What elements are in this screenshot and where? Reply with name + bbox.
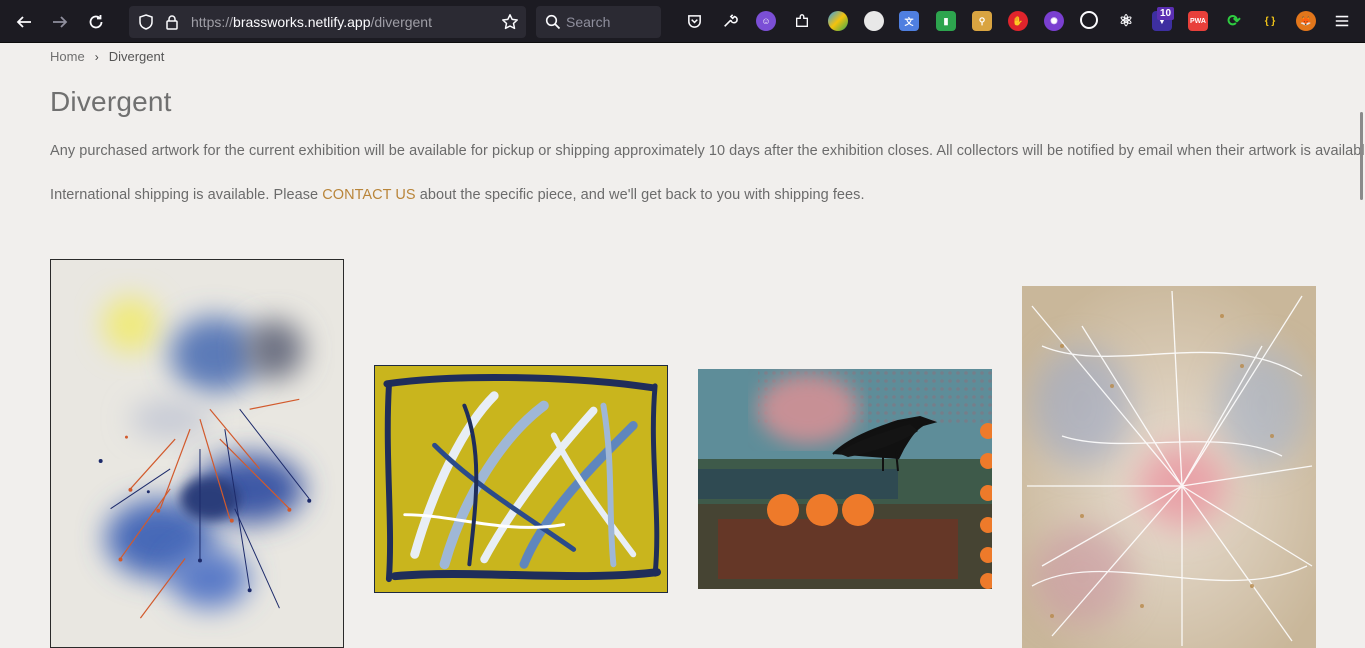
page-scrollbar[interactable] bbox=[1360, 112, 1363, 200]
url-host: brassworks.netlify.app bbox=[233, 14, 371, 30]
red-hand-extension-icon[interactable]: ✋ bbox=[1008, 11, 1028, 31]
url-bar[interactable]: https://brassworks.netlify.app/divergent bbox=[129, 6, 526, 38]
bookmark-star-icon[interactable] bbox=[501, 13, 519, 31]
cloud-extension-icon[interactable] bbox=[864, 11, 884, 31]
shipping-info-paragraph: International shipping is available. Ple… bbox=[50, 187, 865, 203]
pwa-extension-icon[interactable]: PWA bbox=[1188, 11, 1208, 31]
extension-badge: 10 bbox=[1157, 7, 1175, 20]
gear-purple-extension-icon[interactable]: ✺ bbox=[1044, 11, 1064, 31]
cookie-extension-icon[interactable] bbox=[1080, 11, 1098, 29]
browser-toolbar: https://brassworks.netlify.app/divergent… bbox=[0, 0, 1365, 43]
json-extension-icon[interactable]: { } bbox=[1260, 11, 1280, 31]
search-icon bbox=[545, 14, 561, 30]
page-title: Divergent bbox=[50, 86, 172, 117]
url-prefix: https:// bbox=[191, 14, 234, 30]
colorful-extension-icon[interactable] bbox=[828, 11, 848, 31]
back-arrow-icon[interactable] bbox=[10, 8, 38, 36]
puzzle-icon[interactable] bbox=[792, 11, 812, 31]
breadcrumb-current: Divergent bbox=[108, 49, 165, 64]
breadcrumb-home-link[interactable]: Home bbox=[50, 49, 85, 64]
reload-icon[interactable] bbox=[82, 8, 110, 36]
react-icon[interactable]: ⚛ bbox=[1116, 11, 1136, 31]
forward-arrow-icon[interactable] bbox=[46, 8, 74, 36]
menu-icon[interactable] bbox=[1332, 11, 1352, 31]
url-text[interactable]: https://brassworks.netlify.app/divergent bbox=[191, 14, 432, 30]
fox-extension-icon[interactable]: 🦊 bbox=[1296, 11, 1316, 31]
wrench-icon[interactable] bbox=[720, 11, 740, 31]
artwork-thumbnail-4[interactable] bbox=[1022, 286, 1316, 648]
url-path: /divergent bbox=[370, 14, 432, 30]
shipping-text-after: about the specific piece, and we'll get … bbox=[415, 187, 865, 203]
pickup-info-paragraph: Any purchased artwork for the current ex… bbox=[50, 143, 1365, 159]
artwork-thumbnail-2[interactable] bbox=[374, 365, 668, 593]
translate-extension-icon[interactable]: 文 bbox=[899, 11, 919, 31]
ghost-extension-icon[interactable]: ☺ bbox=[756, 11, 776, 31]
artwork-thumbnail-1[interactable] bbox=[50, 259, 344, 648]
shipping-text-before: International shipping is available. Ple… bbox=[50, 187, 323, 203]
breadcrumb: Home › Divergent bbox=[50, 49, 164, 64]
pocket-icon[interactable] bbox=[684, 11, 704, 31]
artwork-thumbnail-3[interactable] bbox=[698, 369, 992, 589]
shield-icon[interactable] bbox=[137, 13, 155, 31]
green-extension-icon[interactable]: ▮ bbox=[936, 11, 956, 31]
broom-extension-icon[interactable]: ⚲ bbox=[972, 11, 992, 31]
sync-extension-icon[interactable]: ⟳ bbox=[1224, 11, 1244, 31]
lock-icon[interactable] bbox=[163, 13, 181, 31]
contact-us-link[interactable]: CONTACT US bbox=[322, 187, 415, 203]
chevron-right-icon: › bbox=[94, 49, 99, 64]
search-input[interactable] bbox=[566, 13, 654, 31]
search-bar[interactable] bbox=[536, 6, 661, 38]
